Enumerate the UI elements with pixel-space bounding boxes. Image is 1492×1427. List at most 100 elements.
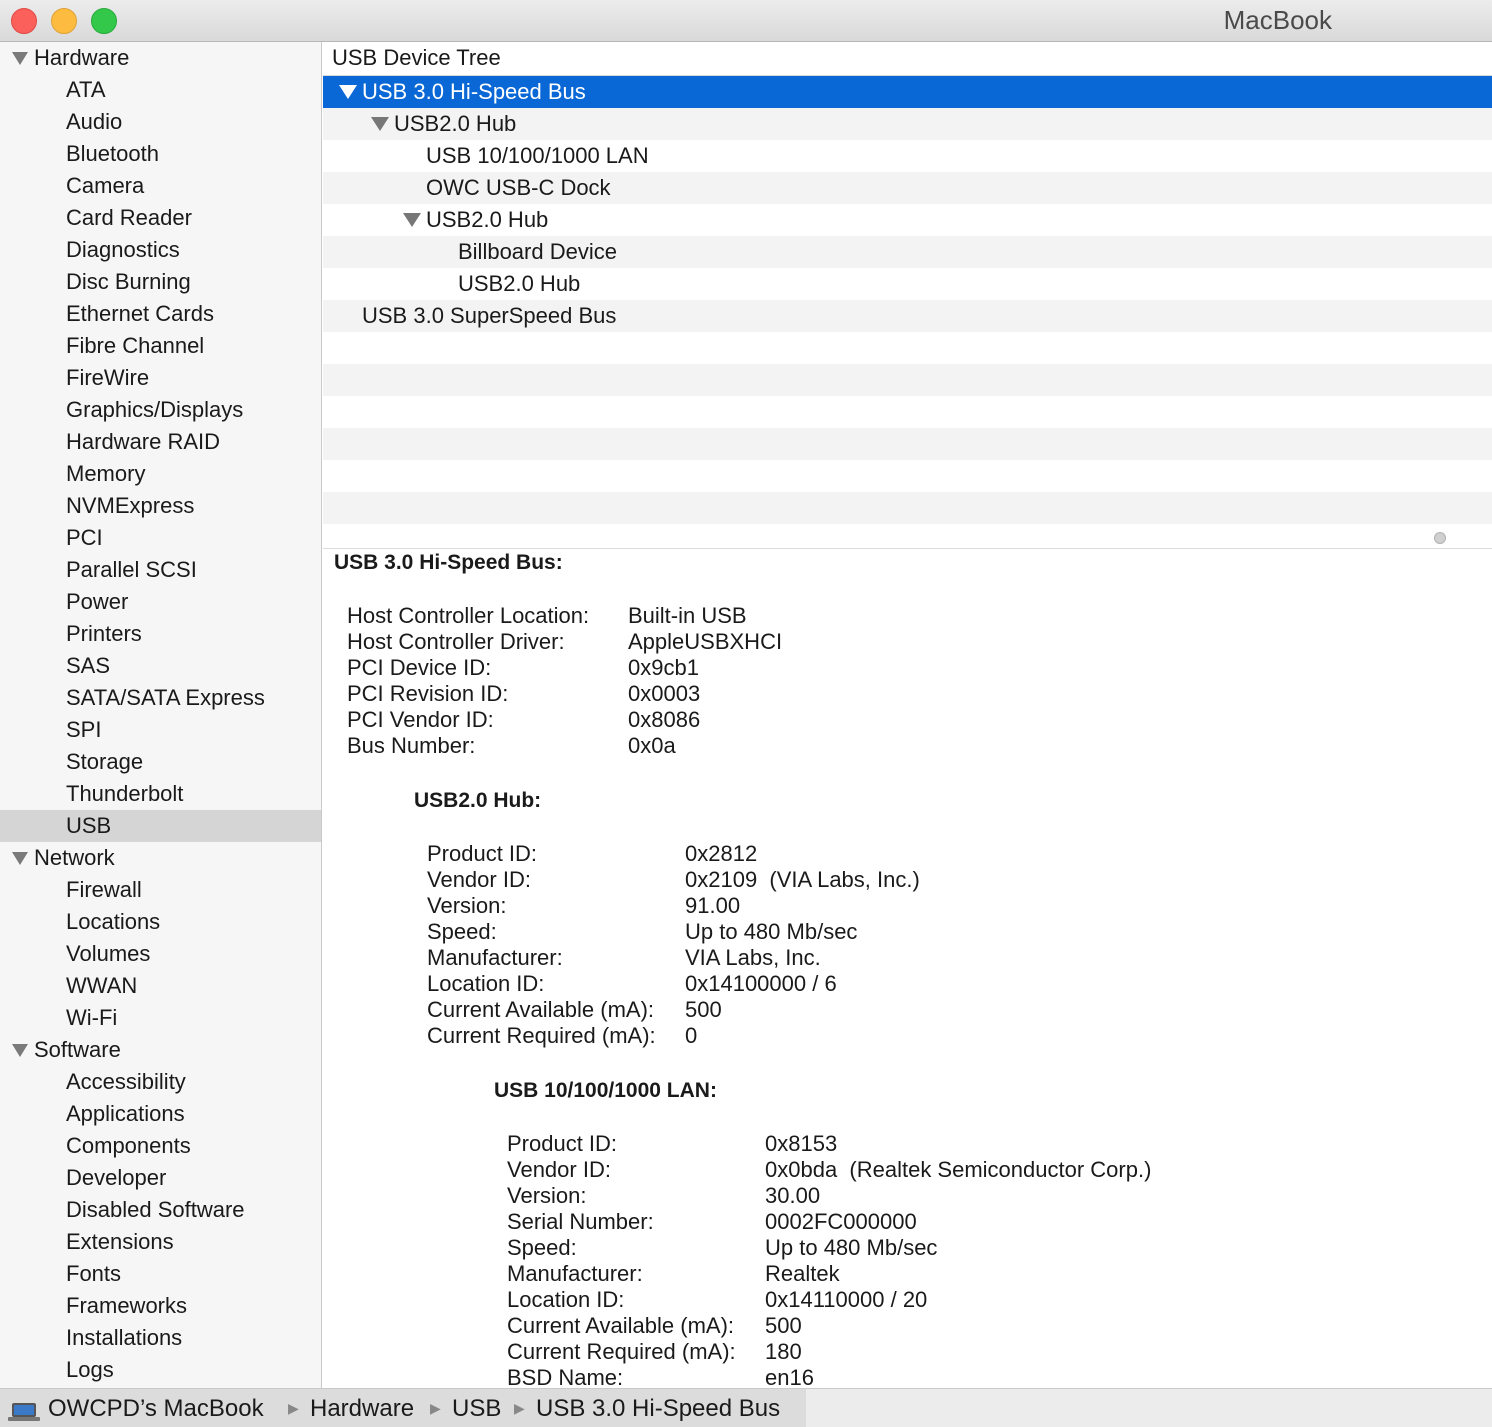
detail-field-value: 0x0003 (628, 681, 701, 706)
detail-field-label: Vendor ID: (427, 867, 531, 892)
sidebar-section-network[interactable]: Network (0, 842, 321, 874)
tree-row-label: USB2.0 Hub (458, 271, 581, 296)
tree-row[interactable]: USB 10/100/1000 LAN (323, 140, 1492, 172)
path-bar-item[interactable]: Hardware (310, 1395, 414, 1423)
sidebar-item-spi[interactable]: SPI (0, 714, 321, 746)
detail-field-label: BSD Name: (507, 1365, 624, 1388)
disclosure-triangle-icon[interactable] (403, 213, 421, 227)
detail-field-label: Product ID: (427, 841, 538, 866)
sidebar-item-pci[interactable]: PCI (0, 522, 321, 554)
sidebar-item-storage[interactable]: Storage (0, 746, 321, 778)
sidebar-item-diagnostics[interactable]: Diagnostics (0, 234, 321, 266)
sidebar-item-installations[interactable]: Installations (0, 1322, 321, 1354)
sidebar-section-hardware[interactable]: Hardware (0, 42, 321, 74)
tree-empty-row (323, 396, 1492, 428)
sidebar-item-usb[interactable]: USB (0, 810, 321, 842)
sidebar-item-volumes[interactable]: Volumes (0, 938, 321, 970)
disclosure-triangle-icon[interactable] (12, 852, 28, 865)
sidebar-item-printers[interactable]: Printers (0, 618, 321, 650)
sidebar-item-ata[interactable]: ATA (0, 74, 321, 106)
detail-field-value: 0002FC000000 (765, 1209, 917, 1234)
sidebar-item-nvmexpress[interactable]: NVMExpress (0, 490, 321, 522)
sidebar-item-components[interactable]: Components (0, 1130, 321, 1162)
sidebar-item-frameworks[interactable]: Frameworks (0, 1290, 321, 1322)
sidebar-item-ethernet-cards[interactable]: Ethernet Cards (0, 298, 321, 330)
tree-row[interactable]: USB 3.0 SuperSpeed Bus (323, 300, 1492, 332)
sidebar-item-locations[interactable]: Locations (0, 906, 321, 938)
detail-field-label: Product ID: (507, 1131, 618, 1156)
sidebar-item-firewall[interactable]: Firewall (0, 874, 321, 906)
sidebar-item-wi-fi[interactable]: Wi-Fi (0, 1002, 321, 1034)
detail-field-value: 500 (685, 997, 722, 1022)
detail-field-label: Serial Number: (507, 1209, 654, 1234)
detail-field-label: Speed: (507, 1235, 577, 1260)
detail-field-label: Current Available (mA): (427, 997, 655, 1022)
detail-section-title: USB 3.0 Hi-Speed Bus: (334, 551, 563, 574)
disclosure-triangle-icon[interactable] (371, 117, 389, 131)
detail-field-value: 91.00 (685, 893, 741, 918)
sidebar-item-camera[interactable]: Camera (0, 170, 321, 202)
sidebar-item-firewire[interactable]: FireWire (0, 362, 321, 394)
path-bar-item[interactable]: USB (452, 1395, 501, 1423)
split-handle[interactable] (1434, 532, 1446, 544)
sidebar-item-graphics-displays[interactable]: Graphics/Displays (0, 394, 321, 426)
detail-field-label: Vendor ID: (507, 1157, 611, 1182)
detail-panel: USB 3.0 Hi-Speed Bus: Host Controller Loc… (323, 549, 1492, 1388)
sidebar-item-fonts[interactable]: Fonts (0, 1258, 321, 1290)
sidebar-item-hardware-raid[interactable]: Hardware RAID (0, 426, 321, 458)
detail-field-value: Up to 480 Mb/sec (765, 1235, 938, 1260)
sidebar-item-thunderbolt[interactable]: Thunderbolt (0, 778, 321, 810)
sidebar-item-wwan[interactable]: WWAN (0, 970, 321, 1002)
sidebar: Hardware ATA Audio Bluetooth Camera Card Read… (0, 42, 322, 1388)
sidebar-item-extensions[interactable]: Extensions (0, 1226, 321, 1258)
tree-row[interactable]: USB2.0 Hub (323, 268, 1492, 300)
path-separator-icon: ▶ (430, 1400, 441, 1416)
tree-row[interactable]: OWC USB-C Dock (323, 172, 1492, 204)
detail-field-value: 0x0bda (Realtek Semiconductor Corp.) (765, 1157, 1152, 1182)
path-bar-item[interactable]: OWCPD’s MacBook (48, 1395, 264, 1423)
sidebar-item-memory[interactable]: Memory (0, 458, 321, 490)
tree-row[interactable]: USB 3.0 Hi-Speed Bus (323, 76, 1492, 108)
sidebar-item-developer[interactable]: Developer (0, 1162, 321, 1194)
sidebar-item-fibre-channel[interactable]: Fibre Channel (0, 330, 321, 362)
detail-field-value: Up to 480 Mb/sec (685, 919, 858, 944)
sidebar-item-audio[interactable]: Audio (0, 106, 321, 138)
tree-row[interactable]: USB2.0 Hub (323, 108, 1492, 140)
sidebar-item-applications[interactable]: Applications (0, 1098, 321, 1130)
disclosure-triangle-icon[interactable] (339, 85, 357, 99)
tree-empty-row (323, 364, 1492, 396)
sidebar-item-disc-burning[interactable]: Disc Burning (0, 266, 321, 298)
tree-empty-row (323, 332, 1492, 364)
tree-row-label: USB2.0 Hub (394, 111, 517, 136)
sidebar-section-software[interactable]: Software (0, 1034, 321, 1066)
detail-field-value: AppleUSBXHCI (628, 629, 783, 654)
tree-row-label: USB 10/100/1000 LAN (426, 143, 649, 168)
sidebar-item-sas[interactable]: SAS (0, 650, 321, 682)
tree-row-label: OWC USB-C Dock (426, 175, 611, 200)
usb-device-tree: USB Device Tree USB 3.0 Hi-Speed Bus USB2… (323, 42, 1492, 548)
sidebar-item-logs[interactable]: Logs (0, 1354, 321, 1386)
disclosure-triangle-icon[interactable] (12, 52, 28, 65)
tree-row[interactable]: USB2.0 Hub (323, 204, 1492, 236)
tree-row-label: USB 3.0 SuperSpeed Bus (362, 303, 617, 328)
sidebar-item-power[interactable]: Power (0, 586, 321, 618)
sidebar-section-label: Software (34, 1037, 121, 1062)
path-bar-item[interactable]: USB 3.0 Hi-Speed Bus (536, 1395, 780, 1423)
detail-field-value: 30.00 (765, 1183, 821, 1208)
detail-field-label: Location ID: (427, 971, 545, 996)
tree-row[interactable]: Billboard Device (323, 236, 1492, 268)
tree-row-label: USB 3.0 Hi-Speed Bus (362, 79, 586, 104)
sidebar-item-disabled-software[interactable]: Disabled Software (0, 1194, 321, 1226)
sidebar-item-parallel-scsi[interactable]: Parallel SCSI (0, 554, 321, 586)
disclosure-triangle-icon[interactable] (12, 1044, 28, 1057)
minimize-button[interactable] (51, 8, 77, 34)
sidebar-item-card-reader[interactable]: Card Reader (0, 202, 321, 234)
close-button[interactable] (11, 8, 37, 34)
path-separator-icon: ▶ (288, 1400, 299, 1416)
detail-field-value: 0x0a (628, 733, 676, 758)
sidebar-item-accessibility[interactable]: Accessibility (0, 1066, 321, 1098)
sidebar-item-bluetooth[interactable]: Bluetooth (0, 138, 321, 170)
sidebar-item-sata-sata-express[interactable]: SATA/SATA Express (0, 682, 321, 714)
zoom-button[interactable] (91, 8, 117, 34)
detail-section-title: USB2.0 Hub: (414, 789, 542, 812)
